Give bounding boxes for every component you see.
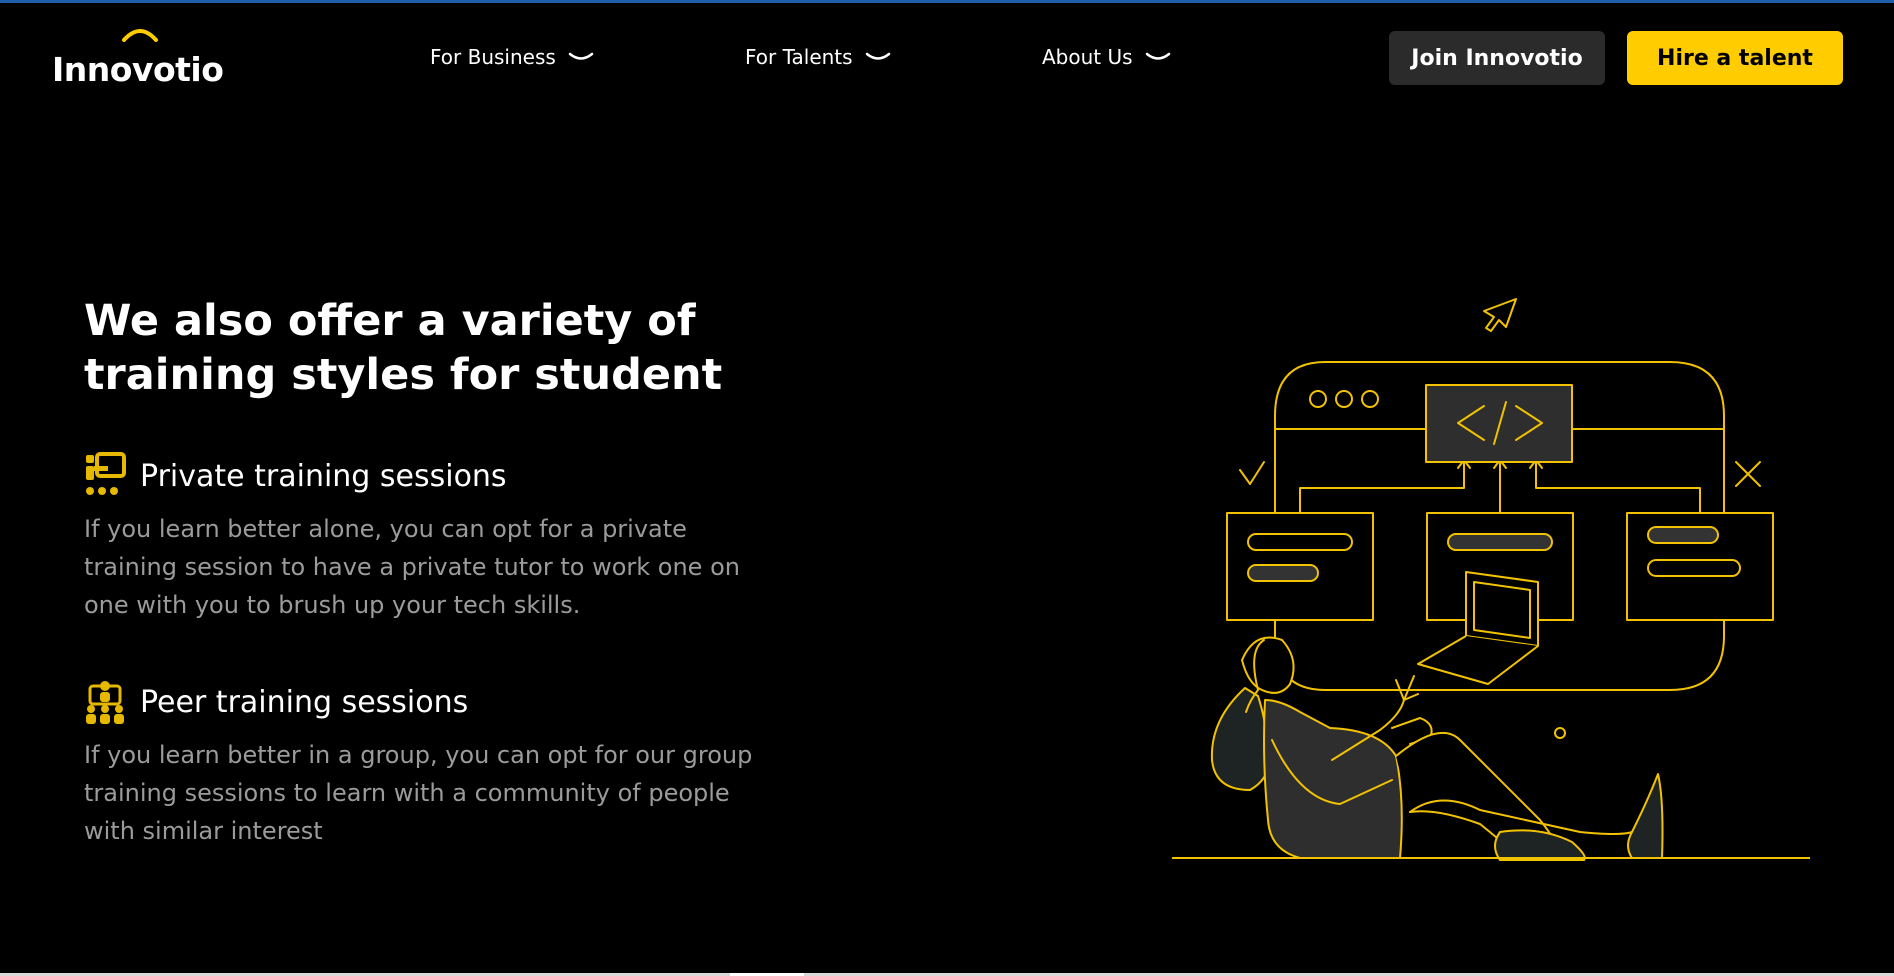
join-innovotio-button[interactable]: Join Innovotio — [1389, 31, 1605, 85]
logo-arc-icon — [122, 29, 158, 42]
feature-title-peer: Peer training sessions — [140, 685, 469, 720]
nav-for-business[interactable]: For Business — [430, 44, 594, 70]
logo[interactable]: Innovotio — [52, 26, 224, 89]
feature-description-private: If you learn better alone, you can opt f… — [84, 515, 740, 619]
hire-a-talent-button[interactable]: Hire a talent — [1627, 31, 1843, 85]
check-icon — [1239, 461, 1265, 485]
person-hair — [1210, 687, 1271, 791]
feature-title-private: Private training sessions — [140, 459, 507, 494]
logo-text: Innovotio — [52, 50, 224, 89]
nav-for-talents[interactable]: For Talents — [745, 44, 891, 70]
page-title: We also offer a variety of training styl… — [84, 294, 784, 402]
feature-description-peer: If you learn better in a group, you can … — [84, 741, 753, 845]
cursor-arrow-icon — [1483, 298, 1517, 332]
nav-about-us[interactable]: About Us — [1042, 44, 1171, 70]
chevron-down-icon — [1145, 52, 1170, 60]
chevron-down-icon — [568, 52, 594, 60]
private-training-icon — [86, 452, 126, 495]
person-body — [1263, 699, 1403, 859]
person-foot — [1627, 773, 1664, 859]
person-shoe — [1494, 829, 1586, 861]
coding-workflow-illustration: </> — [1172, 298, 1810, 861]
close-icon — [1735, 461, 1761, 487]
chevron-down-icon — [865, 52, 890, 60]
page-title-line-1: We also offer a variety of — [84, 296, 696, 346]
window-top-border — [0, 0, 1894, 3]
nav-for-business-label: For Business — [430, 45, 556, 69]
nav-for-talents-label: For Talents — [745, 45, 853, 69]
peer-training-icon — [86, 681, 124, 724]
page-title-line-2: training styles for student — [84, 350, 723, 400]
person-head — [1241, 636, 1295, 694]
nav-about-us-label: About Us — [1042, 45, 1133, 69]
